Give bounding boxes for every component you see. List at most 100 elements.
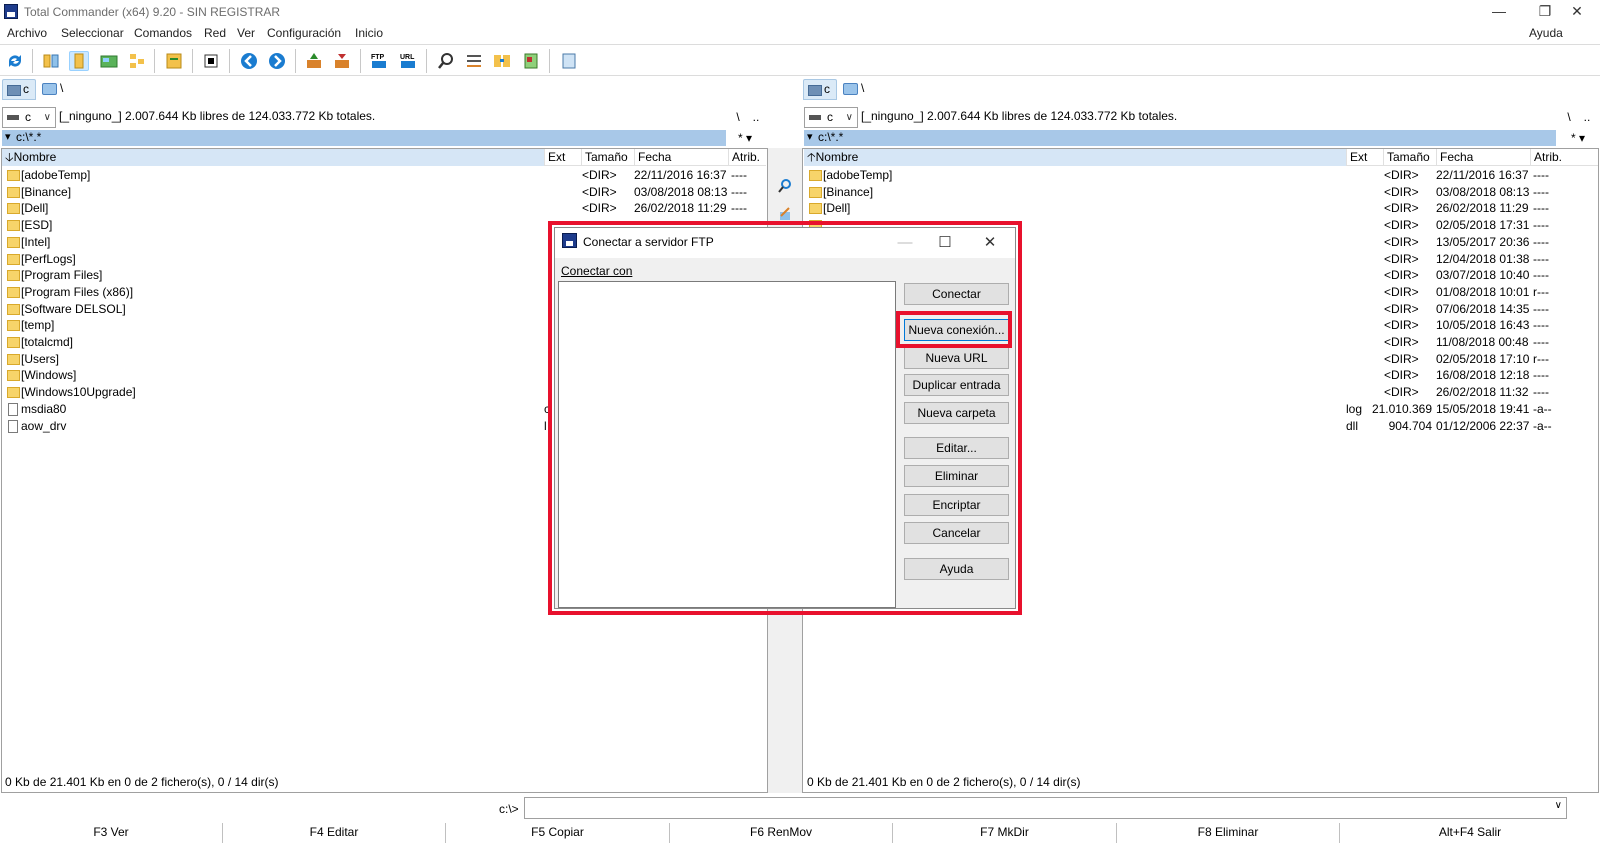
- table-row[interactable]: [adobeTemp] <DIR> 22/11/2016 16:37 ----: [804, 167, 1599, 184]
- right-col-date[interactable]: Fecha: [1437, 148, 1531, 166]
- right-path-bar[interactable]: c:\*.*: [804, 130, 1556, 146]
- right-drive-tab[interactable]: c: [803, 79, 837, 100]
- menu-seleccionar[interactable]: Seleccionar: [61, 26, 124, 40]
- alt-f4-exit-button[interactable]: Alt+F4 Salir: [1340, 823, 1600, 843]
- left-path-bar[interactable]: c:\*.*: [2, 130, 726, 146]
- multi-rename-icon[interactable]: [464, 51, 484, 71]
- right-col-size[interactable]: Tamaño: [1384, 148, 1437, 166]
- folder-icon: [7, 220, 20, 232]
- menu-ver[interactable]: Ver: [237, 26, 255, 40]
- left-col-attr[interactable]: Atrib.: [729, 148, 766, 166]
- row-name: [totalcmd]: [21, 335, 74, 349]
- f7-mkdir-button[interactable]: F7 MkDir: [893, 823, 1117, 843]
- new-connection-button[interactable]: Nueva conexión...: [904, 319, 1009, 341]
- row-attr: ----: [731, 201, 747, 216]
- search-icon[interactable]: [436, 51, 456, 71]
- right-col-name[interactable]: 🡡Nombre: [804, 148, 1347, 166]
- ftp-icon[interactable]: FTP: [369, 51, 389, 71]
- cancel-button[interactable]: Cancelar: [904, 522, 1009, 544]
- right-col-ext[interactable]: Ext: [1347, 148, 1384, 166]
- back-icon[interactable]: [239, 51, 259, 71]
- left-filter[interactable]: * ▾: [727, 130, 763, 146]
- right-drive-select[interactable]: c ∨: [804, 107, 858, 128]
- dialog-maximize-button[interactable]: ☐: [925, 231, 965, 255]
- row-attr: ----: [1533, 234, 1549, 249]
- menu-ayuda[interactable]: Ayuda: [1529, 26, 1563, 40]
- connect-button[interactable]: Conectar: [904, 283, 1009, 305]
- pack-icon[interactable]: [304, 51, 324, 71]
- url-icon[interactable]: URL: [398, 51, 418, 71]
- f3-view-button[interactable]: F3 Ver: [0, 823, 223, 843]
- sync-dirs-icon[interactable]: [492, 51, 512, 71]
- edit-icon[interactable]: [777, 206, 793, 222]
- left-col-ext[interactable]: Ext: [545, 148, 582, 166]
- left-col-name[interactable]: 🡣Nombre: [2, 148, 545, 166]
- menu-configuracion[interactable]: Configuración: [267, 26, 341, 40]
- left-drive-select[interactable]: c ∨: [2, 107, 56, 128]
- row-date: 11/08/2018 00:48: [1436, 335, 1529, 349]
- left-filter-text: *: [737, 131, 743, 145]
- compare-dirs-icon[interactable]: [164, 51, 184, 71]
- menu-comandos[interactable]: Comandos: [134, 26, 192, 40]
- thumbnails-icon[interactable]: [99, 51, 119, 71]
- encrypt-button[interactable]: Encriptar: [904, 494, 1009, 516]
- help-button[interactable]: Ayuda: [904, 558, 1009, 580]
- row-name: [Binance]: [21, 184, 72, 199]
- command-line-input[interactable]: ∨: [524, 797, 1567, 819]
- dialog-close-button[interactable]: ✕: [970, 231, 1010, 255]
- brief-view-icon[interactable]: [41, 51, 61, 71]
- left-col-size[interactable]: Tamaño: [582, 148, 635, 166]
- row-name: [adobeTemp]: [21, 168, 91, 182]
- left-root-button[interactable]: \: [730, 107, 746, 128]
- f6-renmov-button[interactable]: F6 RenMov: [670, 823, 893, 843]
- row-date: 13/05/2017 20:36: [1436, 234, 1530, 249]
- row-date: 02/05/2018 17:31: [1436, 218, 1530, 233]
- row-date: 16/08/2018 12:18: [1436, 368, 1530, 383]
- menu-inicio[interactable]: Inicio: [355, 26, 383, 40]
- close-button[interactable]: ✕: [1554, 0, 1600, 24]
- menu-archivo[interactable]: Archivo: [7, 26, 47, 40]
- row-date: 10/05/2018 16:43: [1436, 318, 1530, 333]
- right-filter[interactable]: * ▾: [1560, 130, 1596, 146]
- table-row[interactable]: [adobeTemp] <DIR> 22/11/2016 16:37 ----: [2, 167, 766, 184]
- dialog-minimize-button[interactable]: —: [885, 231, 925, 255]
- folder-icon: [809, 186, 822, 198]
- edit-button[interactable]: Editar...: [904, 437, 1009, 459]
- tree-icon[interactable]: [127, 51, 147, 71]
- right-root-button[interactable]: \: [1561, 107, 1577, 128]
- menu-red[interactable]: Red: [204, 26, 226, 40]
- connections-list[interactable]: [558, 281, 896, 608]
- invert-select-icon[interactable]: [201, 51, 221, 71]
- function-key-bar: F3 Ver F4 Editar F5 Copiar F6 RenMov F7 …: [0, 823, 1600, 843]
- chevron-down-icon[interactable]: ∨: [1555, 800, 1562, 811]
- left-col-date[interactable]: Fecha: [635, 148, 729, 166]
- right-drive-info: [_ninguno_] 2.007.644 Kb libres de 124.0…: [861, 109, 1178, 123]
- delete-button[interactable]: Eliminar: [904, 465, 1009, 487]
- unpack-icon[interactable]: [332, 51, 352, 71]
- new-folder-button[interactable]: Nueva carpeta: [904, 402, 1009, 424]
- right-col-attr[interactable]: Atrib.: [1531, 148, 1571, 166]
- f4-edit-button[interactable]: F4 Editar: [223, 823, 446, 843]
- table-row[interactable]: [Dell] <DIR> 26/02/2018 11:29 ----: [804, 200, 1599, 217]
- left-network-tab[interactable]: \: [40, 79, 70, 100]
- right-status-bar: 0 Kb de 21.401 Kb en 0 de 2 fichero(s), …: [807, 775, 1081, 789]
- quick-search-icon[interactable]: [777, 178, 793, 194]
- left-up-button[interactable]: ..: [748, 107, 764, 128]
- file-attrs-icon[interactable]: [521, 51, 541, 71]
- f5-copy-button[interactable]: F5 Copiar: [446, 823, 670, 843]
- refresh-icon[interactable]: [5, 51, 25, 71]
- table-row[interactable]: [Binance] <DIR> 03/08/2018 08:13 ----: [804, 184, 1599, 201]
- table-row[interactable]: [Binance] <DIR> 03/08/2018 08:13 ----: [2, 184, 766, 201]
- row-date: 15/05/2018 19:41: [1436, 401, 1530, 416]
- duplicate-entry-button[interactable]: Duplicar entrada: [904, 374, 1009, 396]
- row-date: 26/02/2018 11:32: [1436, 385, 1529, 400]
- new-url-button[interactable]: Nueva URL: [904, 347, 1009, 369]
- notepad-icon[interactable]: [559, 51, 579, 71]
- right-up-button[interactable]: ..: [1579, 107, 1595, 128]
- f8-delete-button[interactable]: F8 Eliminar: [1117, 823, 1340, 843]
- full-view-icon[interactable]: [69, 51, 89, 71]
- right-network-tab[interactable]: \: [841, 79, 871, 100]
- table-row[interactable]: [Dell] <DIR> 26/02/2018 11:29 ----: [2, 200, 766, 217]
- forward-icon[interactable]: [267, 51, 287, 71]
- left-drive-tab[interactable]: c: [2, 79, 36, 100]
